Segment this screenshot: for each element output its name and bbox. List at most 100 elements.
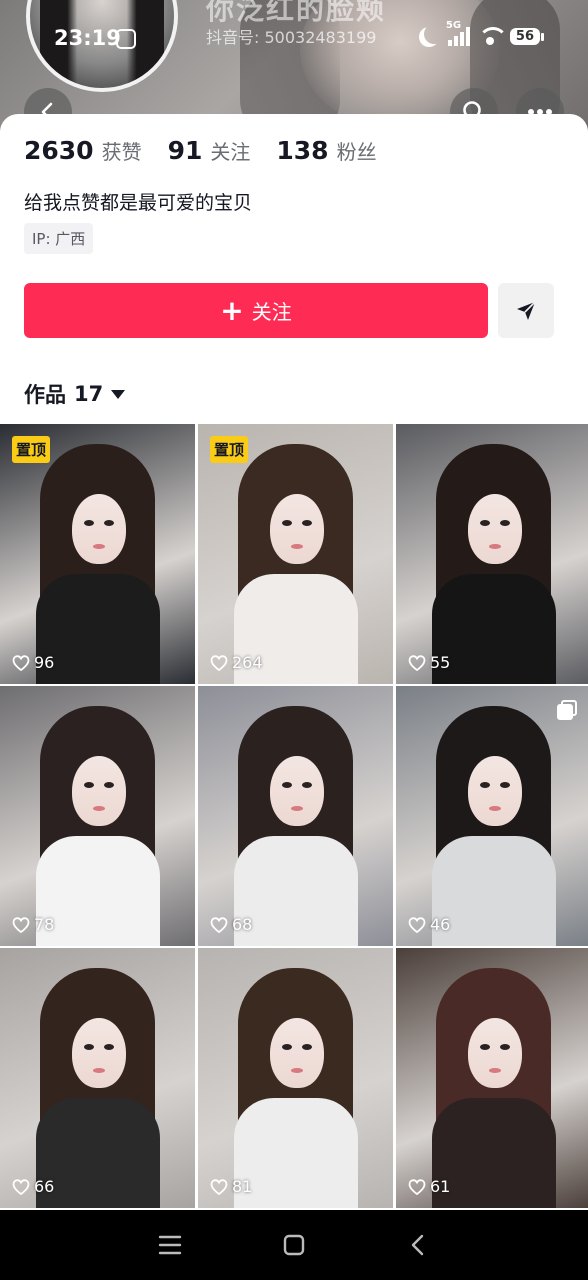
works-count: 17 bbox=[74, 382, 104, 406]
heart-icon bbox=[210, 654, 228, 671]
follow-label: 关注 bbox=[251, 300, 292, 324]
video-tile[interactable]: 81 bbox=[198, 948, 393, 1208]
follow-button[interactable]: + 关注 bbox=[24, 283, 488, 338]
stat-value: 91 bbox=[167, 136, 203, 165]
chevron-left-icon bbox=[411, 1234, 424, 1256]
video-likes: 61 bbox=[408, 1177, 450, 1196]
likes-count: 96 bbox=[34, 653, 55, 672]
thumbnail-figure bbox=[302, 782, 312, 788]
thumbnail-figure bbox=[468, 756, 522, 826]
stat-label: 粉丝 bbox=[336, 140, 377, 164]
thumbnail-figure bbox=[282, 1044, 292, 1050]
douyin-id: 抖音号: 50032483199 bbox=[206, 28, 377, 47]
caret-down-icon bbox=[111, 389, 126, 399]
message-button[interactable] bbox=[498, 283, 554, 338]
thumbnail-figure bbox=[489, 1068, 501, 1073]
thumbnail-figure bbox=[104, 520, 114, 526]
stat-label: 关注 bbox=[210, 140, 251, 164]
stat-followers[interactable]: 138 粉丝 bbox=[276, 136, 376, 165]
thumbnail-figure bbox=[282, 520, 292, 526]
home-nav-button[interactable] bbox=[280, 1231, 308, 1259]
pinned-badge: 置顶 bbox=[210, 436, 249, 463]
likes-count: 61 bbox=[430, 1177, 451, 1196]
stat-value: 138 bbox=[276, 136, 329, 165]
thumbnail-figure bbox=[468, 1018, 522, 1088]
thumbnail-figure bbox=[84, 1044, 94, 1050]
status-time: 23:19 bbox=[54, 26, 121, 50]
thumbnail-figure bbox=[500, 782, 510, 788]
thumbnail-figure bbox=[234, 1098, 358, 1208]
video-likes: 55 bbox=[408, 653, 450, 672]
status-icons: 5G 56 bbox=[420, 20, 545, 46]
thumbnail-figure bbox=[36, 1098, 160, 1208]
thumbnail-figure bbox=[72, 756, 126, 826]
profile-bio: 给我点赞都是最可爱的宝贝 bbox=[24, 192, 253, 214]
screen-record-icon bbox=[116, 29, 136, 49]
back-nav-button[interactable] bbox=[404, 1231, 432, 1259]
system-nav-bar bbox=[0, 1210, 588, 1280]
thumbnail-figure bbox=[500, 520, 510, 526]
likes-count: 264 bbox=[232, 653, 263, 672]
stat-label: 获赞 bbox=[101, 140, 142, 164]
profile-panel: 2630 获赞 91 关注 138 粉丝 给我点赞都是最可爱的宝贝 IP: 广西… bbox=[0, 114, 588, 424]
heart-icon bbox=[210, 1178, 228, 1195]
thumbnail-figure bbox=[93, 544, 105, 549]
heart-icon bbox=[12, 1178, 30, 1195]
video-tile[interactable]: 46 bbox=[396, 686, 588, 946]
heart-icon bbox=[12, 654, 30, 671]
stat-value: 2630 bbox=[24, 136, 94, 165]
multi-image-icon bbox=[557, 700, 577, 720]
thumbnail-figure bbox=[234, 836, 358, 946]
thumbnail-figure bbox=[282, 782, 292, 788]
thumbnail-figure bbox=[302, 520, 312, 526]
stat-following[interactable]: 91 关注 bbox=[168, 136, 251, 165]
home-square-icon bbox=[283, 1234, 305, 1256]
thumbnail-figure bbox=[291, 806, 303, 811]
stat-likes[interactable]: 2630 获赞 bbox=[24, 136, 142, 165]
video-grid: 置顶 96 置顶 264 55 78 68 46 66 81 61 bbox=[0, 424, 588, 1210]
pinned-badge: 置顶 bbox=[12, 436, 51, 463]
video-tile[interactable]: 78 bbox=[0, 686, 195, 946]
thumbnail-figure bbox=[302, 1044, 312, 1050]
video-tile[interactable]: 68 bbox=[198, 686, 393, 946]
video-tile[interactable]: 66 bbox=[0, 948, 195, 1208]
menu-nav-button[interactable] bbox=[156, 1231, 184, 1259]
likes-count: 46 bbox=[430, 915, 451, 934]
likes-count: 66 bbox=[34, 1177, 55, 1196]
thumbnail-figure bbox=[468, 494, 522, 564]
thumbnail-figure bbox=[84, 782, 94, 788]
video-likes: 78 bbox=[12, 915, 54, 934]
network-type: 5G bbox=[445, 20, 462, 31]
moon-icon bbox=[424, 24, 444, 44]
plus-icon: + bbox=[220, 293, 244, 327]
works-label: 作品 bbox=[24, 383, 66, 407]
likes-count: 55 bbox=[430, 653, 451, 672]
thumbnail-figure bbox=[291, 544, 303, 549]
thumbnail-figure bbox=[432, 836, 556, 946]
works-tab[interactable]: 作品 17 bbox=[24, 379, 126, 409]
likes-count: 68 bbox=[232, 915, 253, 934]
video-tile[interactable]: 置顶 264 bbox=[198, 424, 393, 684]
thumbnail-figure bbox=[480, 782, 490, 788]
thumbnail-figure bbox=[291, 1068, 303, 1073]
multi-image-icon bbox=[557, 704, 573, 720]
send-icon bbox=[517, 300, 536, 320]
thumbnail-figure bbox=[270, 1018, 324, 1088]
thumbnail-figure bbox=[270, 494, 324, 564]
thumbnail-figure bbox=[489, 544, 501, 549]
menu-icon bbox=[158, 1235, 182, 1255]
heart-icon bbox=[408, 916, 426, 933]
thumbnail-figure bbox=[36, 836, 160, 946]
video-tile[interactable]: 61 bbox=[396, 948, 588, 1208]
likes-count: 78 bbox=[34, 915, 55, 934]
thumbnail-figure bbox=[104, 782, 114, 788]
video-tile[interactable]: 55 bbox=[396, 424, 588, 684]
video-tile[interactable]: 置顶 96 bbox=[0, 424, 195, 684]
video-likes: 66 bbox=[12, 1177, 54, 1196]
thumbnail-figure bbox=[93, 1068, 105, 1073]
ip-location-tag: IP: 广西 bbox=[24, 223, 94, 254]
video-likes: 264 bbox=[210, 653, 263, 672]
video-likes: 96 bbox=[12, 653, 54, 672]
battery-icon: 56 bbox=[509, 27, 545, 45]
profile-stats: 2630 获赞 91 关注 138 粉丝 bbox=[24, 136, 403, 165]
